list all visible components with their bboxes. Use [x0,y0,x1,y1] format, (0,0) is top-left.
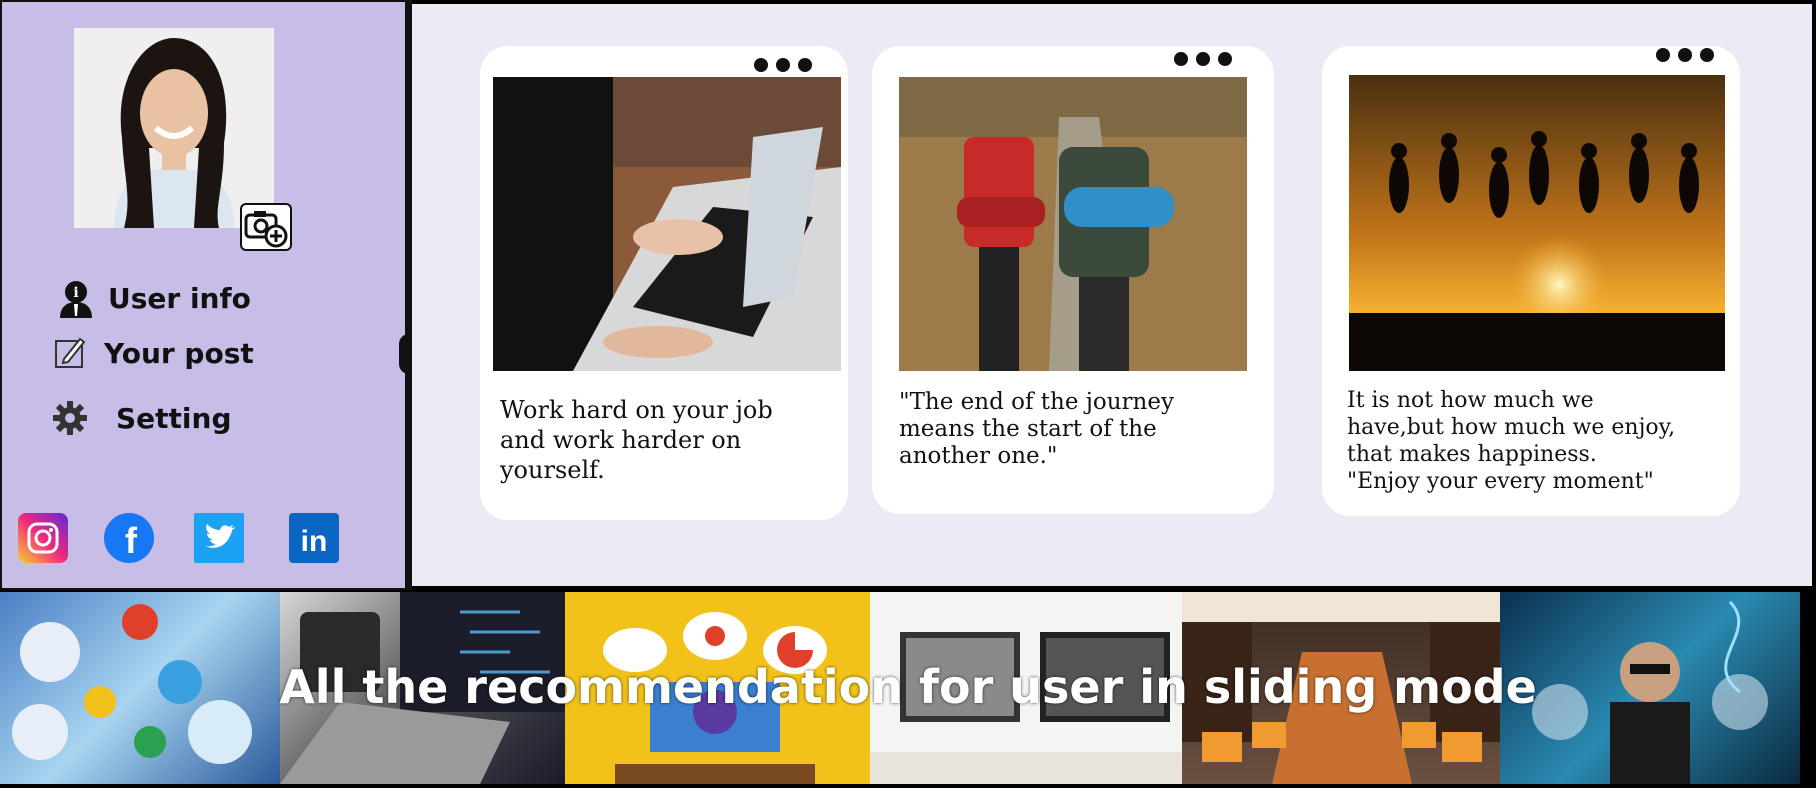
more-options-icon[interactable] [1174,52,1232,66]
card-quote: "The end of the journey means the start … [899,389,1174,469]
menu-item-setting[interactable]: Setting [50,398,232,438]
edit-post-icon [50,333,90,373]
main-panel: Work hard on your job and work harder on… [412,4,1812,586]
add-photo-icon[interactable] [240,203,292,251]
menu-item-user-info[interactable]: i User info [56,278,251,318]
instagram-icon[interactable] [18,513,68,563]
post-card[interactable]: It is not how much we have,but how much … [1322,46,1740,516]
card-image-sunset-jump [1349,75,1725,371]
menu-item-your-post[interactable]: Your post [50,333,254,373]
more-options-icon[interactable] [754,58,812,72]
recommendation-caption: All the recommendation for user in slidi… [279,660,1537,714]
gear-icon [50,398,90,438]
svg-text:i: i [73,285,78,301]
card-image-laptop [493,77,841,371]
linkedin-icon[interactable]: in [289,513,339,563]
avatar[interactable] [74,28,274,228]
menu-label-user-info: User info [108,281,251,315]
menu-label-setting: Setting [116,401,232,435]
card-image-hikers [899,77,1247,371]
user-info-icon: i [56,278,96,318]
card-quote: It is not how much we have,but how much … [1347,388,1676,494]
sidebar: i User info Your post Setting f in [0,0,407,590]
twitter-icon[interactable] [194,513,244,563]
more-options-icon[interactable] [1656,48,1714,62]
post-card[interactable]: "The end of the journey means the start … [872,46,1274,514]
post-card[interactable]: Work hard on your job and work harder on… [480,46,848,520]
menu-label-your-post: Your post [104,336,254,370]
svg-text:in: in [301,525,328,558]
facebook-icon[interactable]: f [104,513,154,563]
card-quote: Work hard on your job and work harder on… [500,396,773,484]
svg-text:f: f [125,520,138,558]
